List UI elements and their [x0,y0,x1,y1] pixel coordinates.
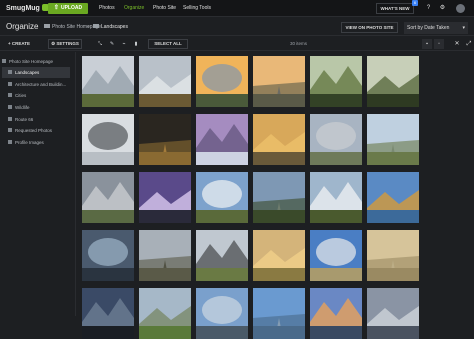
list-view-icon[interactable]: ▫ [434,39,444,49]
folder-icon [8,128,12,132]
sort-label: Sort by Date Taken [407,25,450,31]
breadcrumb-current-label: Landscapes [101,24,128,30]
sidebar-item-label: Route 66 [15,117,34,122]
sidebar-item-requested-photos[interactable]: Requested Photos [8,125,76,136]
create-label: CREATE [11,41,31,46]
sidebar-item-architecture[interactable]: Architecture and Buildin... [8,79,76,90]
folder-icon [93,24,99,28]
view-on-photo-site-button[interactable]: VIEW ON PHOTO SITE [341,22,398,33]
create-button[interactable]: + CREATE [8,37,30,51]
photo-thumbnail-galaxy-peaks[interactable] [139,172,191,223]
link-icon[interactable]: ⌁ [120,39,128,49]
avatar[interactable] [456,4,465,13]
folder-icon [8,82,12,86]
folder-icon [8,140,12,144]
breadcrumb-current[interactable]: Landscapes [93,24,128,30]
sidebar-item-cities[interactable]: Cities [8,90,76,101]
photo-grid [82,56,419,339]
photo-thumbnail-highland-road[interactable] [196,230,248,281]
photo-thumbnail-desert-road-blue[interactable] [310,230,362,281]
upload-label: UPLOAD [60,5,83,11]
sidebar-item-label: Landscapes [15,70,40,75]
photo-thumbnail-mountain-meadow[interactable] [367,114,419,165]
sidebar: Photo Site Homepage Landscapes Architect… [0,52,76,316]
settings-label: SETTINGS [56,41,79,46]
edit-icon[interactable]: ✎ [108,39,116,49]
sidebar-item-label: Requested Photos [15,128,53,133]
header-bar: Organize Photo Site Homepage › Landscape… [0,18,474,36]
settings-button[interactable]: ⚙ SETTINGS [48,39,82,49]
sidebar-item-label: Architecture and Buildin... [15,82,67,87]
photo-thumbnail-yosemite-falls[interactable] [196,172,248,223]
folder-icon [8,93,12,97]
toolbar: + CREATE ⚙ SETTINGS ⤡ ✎ ⌁ ▮ SELECT ALL 3… [0,37,474,51]
photo-thumbnail-tall-waterfall[interactable] [310,172,362,223]
sidebar-item-landscapes[interactable]: Landscapes [2,67,70,78]
photo-thumbnail-green-ridge[interactable] [139,288,191,339]
select-all-button[interactable]: SELECT ALL [148,39,188,49]
sidebar-item-label: Wildlife [15,105,30,110]
logo-text: SmugMug [6,5,40,12]
photo-thumbnail-mountain-sunset[interactable] [196,56,248,107]
folder-icon [8,117,12,121]
nav-organize[interactable]: Organize [124,0,144,17]
sidebar-item-wildlife[interactable]: Wildlife [8,102,76,113]
delete-icon[interactable]: ▮ [132,39,140,49]
smugmug-logo[interactable]: SmugMug [6,4,49,12]
photo-thumbnail-autumn-lake[interactable] [367,172,419,223]
breadcrumb-sep: › [88,24,90,30]
folder-icon [8,105,12,109]
upload-button[interactable]: ⇧ UPLOAD [48,3,88,14]
sort-select[interactable]: Sort by Date Taken ▾ [404,22,468,34]
photo-thumbnail-golden-field[interactable] [253,230,305,281]
photo-thumbnail-alpine-lake[interactable] [253,172,305,223]
photo-thumbnail-purple-mountain[interactable] [196,114,248,165]
nav-selling-tools[interactable]: Selling Tools [183,0,211,17]
photo-thumbnail-sunset-coast[interactable] [310,288,362,339]
photo-thumbnail-mountain-waterfall[interactable] [82,56,134,107]
photo-thumbnail-sky-peaks[interactable] [196,288,248,339]
photo-thumbnail-bright-clouds[interactable] [253,288,305,339]
item-count: 30 items [290,41,308,46]
folder-icon [8,70,12,74]
sidebar-item-profile-images[interactable]: Profile Images [8,137,76,148]
right-panel [422,52,474,316]
photo-thumbnail-dark-peak[interactable] [82,288,134,339]
photo-thumbnail-coastal-storm[interactable] [82,230,134,281]
sidebar-item-home[interactable]: Photo Site Homepage [2,56,70,67]
photo-thumbnail-golden-mountain[interactable] [253,114,305,165]
move-icon[interactable]: ⤡ [96,39,104,49]
photo-thumbnail-rocky-hill[interactable] [139,230,191,281]
whats-new-badge: 6 [412,0,418,6]
photo-thumbnail-dramatic-clouds[interactable] [82,172,134,223]
home-icon [2,59,6,63]
upload-arrow-icon: ⇧ [53,5,59,11]
expand-icon[interactable]: ⤢ [464,39,474,49]
gear-icon[interactable]: ⚙ [437,3,448,14]
nav-photo-site[interactable]: Photo Site [153,0,176,17]
photo-thumbnail-misty-peak[interactable] [367,288,419,339]
sidebar-item-label: Profile Images [15,140,44,145]
sidebar-item-label: Photo Site Homepage [9,59,54,64]
photo-thumbnail-mountain-dawn[interactable] [253,56,305,107]
whats-new-button[interactable]: WHAT'S NEW [376,3,414,14]
chevron-down-icon: ▾ [462,25,465,31]
sidebar-item-label: Cities [15,93,27,98]
photo-thumbnail-tree-tunnel[interactable] [310,56,362,107]
grid-view-icon[interactable]: ▪ [422,39,432,49]
photo-thumbnail-night-cave[interactable] [139,114,191,165]
nav-photos[interactable]: Photos [99,0,115,17]
photo-thumbnail-desert-road-sun[interactable] [367,230,419,281]
page-title: Organize [6,22,39,31]
sidebar-item-route-66[interactable]: Route 66 [8,114,76,125]
top-nav-bar: SmugMug ⇧ UPLOAD Photos Organize Photo Si… [0,0,474,17]
folder-icon [44,24,50,28]
help-icon[interactable]: ? [423,3,434,14]
photo-thumbnail-tree-avenue[interactable] [367,56,419,107]
photo-thumbnail-valley-road[interactable] [310,114,362,165]
photo-thumbnail-cascade-valley[interactable] [139,56,191,107]
close-icon[interactable]: ✕ [452,39,462,49]
photo-thumbnail-sea-arch[interactable] [82,114,134,165]
